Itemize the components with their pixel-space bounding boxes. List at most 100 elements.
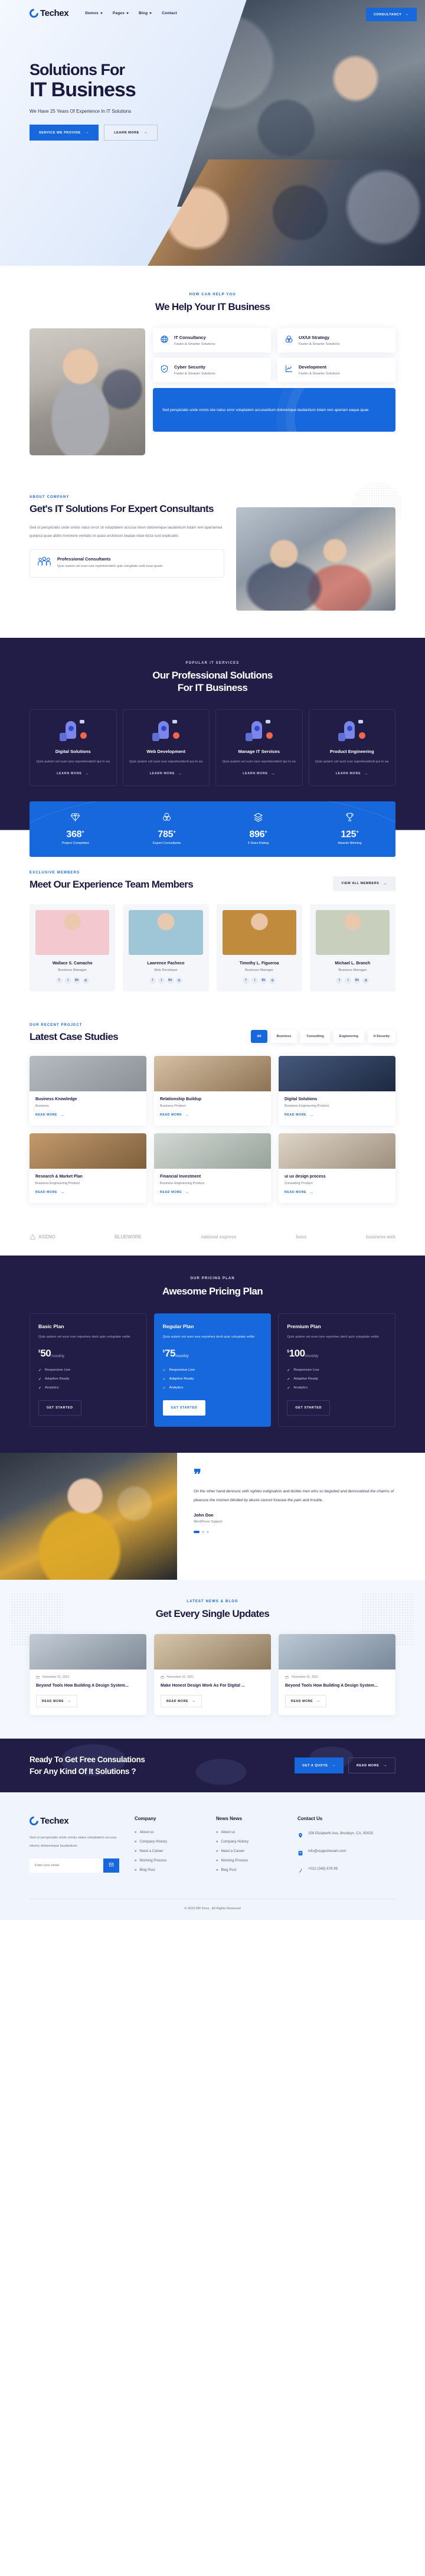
get-started-button[interactable]: GET STARTED: [287, 1400, 331, 1416]
solution-card[interactable]: Digital Solutions Quis autem vel eum iur…: [30, 709, 117, 787]
carousel-dot-1[interactable]: [194, 1530, 200, 1533]
carousel-dot-2[interactable]: [202, 1530, 204, 1533]
arrow-right-icon: →: [404, 12, 409, 17]
chevron-right-icon: »: [135, 1849, 137, 1853]
read-more-link[interactable]: READ MORE →: [35, 1191, 65, 1195]
instagram-icon[interactable]: ◎: [82, 977, 89, 984]
read-more-link[interactable]: READ MORE →: [35, 1113, 65, 1117]
service-card[interactable]: Development Faster & Smarter Solutions: [277, 358, 395, 383]
filter-consulting[interactable]: Consulting: [300, 1030, 330, 1044]
footer-link[interactable]: » Company History: [135, 1840, 201, 1844]
facebook-icon[interactable]: f: [55, 977, 63, 984]
twitter-icon[interactable]: t: [251, 977, 259, 984]
learn-more-link[interactable]: LEARN MORE →: [57, 772, 89, 776]
case-card[interactable]: Business Knowledge Business READ MORE →: [30, 1056, 146, 1126]
footer-link[interactable]: » Working Process: [216, 1858, 282, 1863]
get-started-button[interactable]: GET STARTED: [38, 1400, 81, 1416]
case-card[interactable]: Financial Investment Business Engineerin…: [154, 1133, 271, 1204]
trophy-icon: [345, 813, 355, 829]
read-more-button[interactable]: READ MORE →: [161, 1695, 202, 1708]
link-label: READ MORE: [285, 1113, 307, 1117]
filter-all[interactable]: All: [251, 1030, 267, 1044]
read-more-link[interactable]: READ MORE →: [285, 1113, 314, 1117]
carousel-dot-3[interactable]: [207, 1530, 209, 1533]
nav-label: Contact: [162, 11, 177, 15]
read-more-link[interactable]: READ MORE →: [285, 1191, 314, 1195]
instagram-icon[interactable]: ◎: [362, 977, 370, 984]
case-card[interactable]: ui ux design process Consulting Product …: [279, 1133, 395, 1204]
footer-link[interactable]: » Need a Career: [216, 1849, 282, 1853]
view-all-members-button[interactable]: VIEW ALL MEMBERS →: [333, 876, 395, 891]
chevron-right-icon: »: [135, 1868, 137, 1872]
read-more-button[interactable]: READ MORE →: [285, 1695, 326, 1708]
team-member-card[interactable]: Michael L. Branch Business Manager f t B…: [309, 904, 395, 992]
facebook-icon[interactable]: f: [243, 977, 250, 984]
footer-link[interactable]: » Blog Post: [135, 1868, 201, 1872]
web-development-illustration: [152, 719, 180, 742]
contact-email[interactable]: info@supportexam.com: [298, 1848, 395, 1859]
nav-item-pages[interactable]: Pages: [113, 11, 129, 15]
team-member-card[interactable]: Wallace S. Camacho Business Manager f t …: [30, 904, 116, 992]
case-card[interactable]: Relationship Buildup Business Product RE…: [154, 1056, 271, 1126]
nav-item-contact[interactable]: Contact: [162, 11, 177, 15]
blog-card[interactable]: November 01, 2021 Make Honest Design Wor…: [154, 1634, 271, 1716]
case-title: Digital Solutions: [285, 1097, 318, 1102]
facebook-icon[interactable]: f: [149, 977, 156, 984]
read-more-button[interactable]: READ MORE →: [348, 1757, 395, 1774]
learn-more-link[interactable]: LEARN MORE →: [150, 772, 182, 776]
consultancy-button[interactable]: CONSULTANCY →: [365, 8, 417, 21]
solution-card[interactable]: Web Development Quis autem vel eum iure …: [122, 709, 210, 787]
twitter-icon[interactable]: t: [64, 977, 71, 984]
case-card[interactable]: Digital Solutions Business Engineering P…: [279, 1056, 395, 1126]
twitter-icon[interactable]: t: [345, 977, 352, 984]
arrow-right-icon: →: [270, 771, 276, 776]
team-member-card[interactable]: Lawrence Pacheco Web Developer f t Bē ◎: [123, 904, 209, 992]
behance-icon[interactable]: Bē: [260, 977, 267, 984]
footer-link[interactable]: » About us: [135, 1830, 201, 1834]
behance-icon[interactable]: Bē: [73, 977, 80, 984]
filter-it-security[interactable]: It Security: [367, 1030, 395, 1044]
read-more-button[interactable]: READ MORE →: [36, 1695, 77, 1708]
blog-card[interactable]: November 01, 2021 Beyond Tools How Build…: [279, 1634, 395, 1716]
service-card[interactable]: Cyber Security Faster & Smarter Solution…: [153, 358, 271, 383]
newsletter-submit-button[interactable]: [103, 1858, 119, 1873]
learn-more-link[interactable]: LEARN MORE →: [243, 772, 275, 776]
solution-card[interactable]: Product Engineering Quis autem vel eum i…: [308, 709, 395, 787]
site-logo[interactable]: Techex: [27, 6, 69, 20]
learn-more-link[interactable]: LEARN MORE →: [336, 772, 368, 776]
service-card[interactable]: IT Consultancy Faster & Smarter Solution…: [153, 328, 271, 353]
behance-icon[interactable]: Bē: [354, 977, 361, 984]
get-a-quote-button[interactable]: GET A QUOTE →: [295, 1757, 344, 1774]
footer-link[interactable]: » Need a Career: [135, 1849, 201, 1853]
footer-link[interactable]: » Company History: [216, 1840, 282, 1844]
service-desc: Faster & Smarter Solutions: [299, 372, 340, 376]
footer-link[interactable]: » About us: [216, 1830, 282, 1834]
filter-engineering[interactable]: Engineering: [333, 1030, 364, 1044]
twitter-icon[interactable]: t: [158, 977, 165, 984]
instagram-icon[interactable]: ◎: [269, 977, 276, 984]
footer-link[interactable]: » Working Process: [135, 1858, 201, 1863]
testimonial-role: WordPress Support: [194, 1519, 223, 1524]
footer-logo[interactable]: Techex: [27, 1815, 103, 1828]
logo-mark-icon: [27, 1815, 41, 1828]
read-more-link[interactable]: READ MORE →: [160, 1113, 189, 1117]
blog-card[interactable]: November 01, 2021 Beyond Tools How Build…: [30, 1634, 146, 1716]
get-started-button[interactable]: GET STARTED: [162, 1400, 206, 1416]
nav-item-blog[interactable]: Blog: [139, 11, 152, 15]
filter-business[interactable]: Business: [270, 1030, 298, 1044]
contact-phone[interactable]: +012 (345) 678 99: [298, 1866, 395, 1877]
footer-link[interactable]: » Blog Post: [216, 1868, 282, 1872]
solution-card[interactable]: Manage IT Services Quis autem vel eum iu…: [215, 709, 303, 787]
service-we-provide-button[interactable]: SERVICE WE PROVIDE →: [30, 125, 99, 141]
case-card[interactable]: Research & Market Plan Business Engineer…: [30, 1133, 146, 1204]
card-desc: Quis autem vel eum iure reprehenderit qu…: [57, 565, 163, 569]
read-more-link[interactable]: READ MORE →: [160, 1191, 189, 1195]
nav-item-demos[interactable]: Demos: [85, 11, 103, 15]
team-member-card[interactable]: Timothy L. Figueroa Business Manager f t…: [216, 904, 302, 992]
learn-more-button[interactable]: LEARN MORE →: [104, 125, 158, 141]
facebook-icon[interactable]: f: [336, 977, 343, 984]
behance-icon[interactable]: Bē: [166, 977, 174, 984]
instagram-icon[interactable]: ◎: [175, 977, 182, 984]
email-input[interactable]: [30, 1858, 103, 1873]
service-card[interactable]: UX/UI Strategy Faster & Smarter Solution…: [277, 328, 395, 353]
